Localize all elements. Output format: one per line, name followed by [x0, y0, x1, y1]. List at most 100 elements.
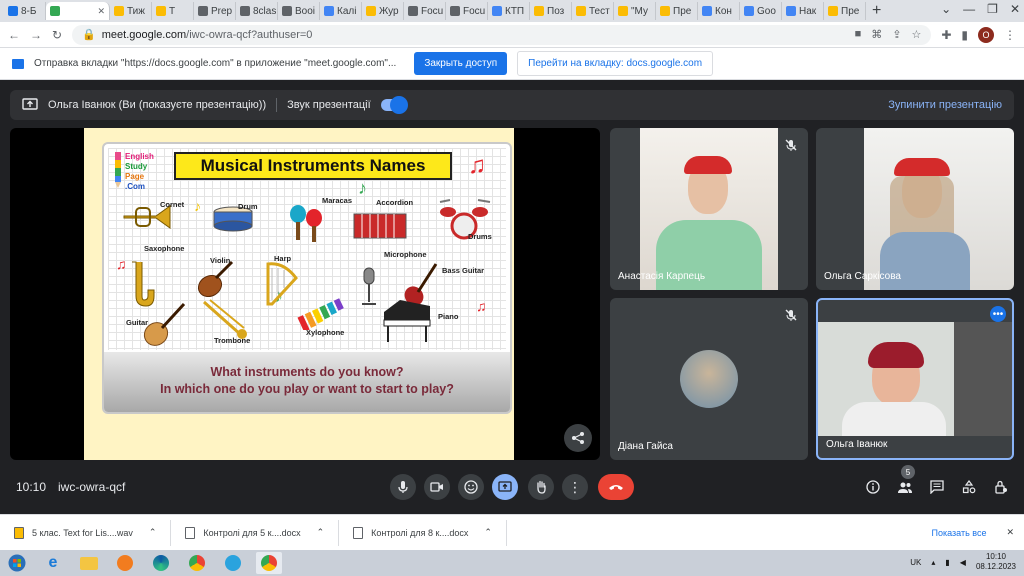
browser-tab[interactable]: Жур [362, 2, 404, 20]
share-button[interactable] [564, 424, 592, 452]
tray-expand-icon[interactable]: ▴ [931, 558, 935, 567]
system-tray: UK ▴ ▮ ◀ 10:10 08.12.2023 [910, 552, 1016, 572]
browser-tab[interactable]: Focu [404, 2, 446, 20]
tab-favicon-icon [408, 6, 418, 16]
minimize-button[interactable]: — [963, 2, 975, 16]
taskbar-internet-explorer[interactable]: e [40, 552, 66, 574]
back-icon[interactable]: ← [8, 28, 20, 42]
meeting-info-button[interactable] [864, 478, 882, 496]
participant-tile[interactable]: Діана Гайса [610, 298, 808, 460]
browser-tab[interactable]: 8-Б [4, 2, 46, 20]
camera-button[interactable] [424, 474, 450, 500]
chat-button[interactable] [928, 478, 946, 496]
close-window-button[interactable]: ✕ [1010, 2, 1020, 16]
chevron-up-icon[interactable]: ⌃ [317, 527, 325, 538]
browser-tab[interactable]: 8clas [236, 2, 278, 20]
reactions-button[interactable] [458, 474, 484, 500]
browser-tab[interactable]: Focu [446, 2, 488, 20]
tab-title: Нак [799, 5, 817, 17]
menu-kebab-icon[interactable]: ⋮ [1004, 28, 1016, 42]
taskbar-chrome[interactable] [184, 552, 210, 574]
keyboard-language[interactable]: UK [910, 558, 921, 567]
chevron-up-icon[interactable]: ⌃ [149, 527, 157, 538]
presentation-sound-toggle[interactable] [380, 97, 407, 113]
browser-tab[interactable]: Тест [572, 2, 614, 20]
extensions-icon[interactable]: ✚ [941, 28, 951, 42]
taskbar-media-player[interactable] [112, 552, 138, 574]
present-screen-icon [22, 97, 38, 113]
browser-tab[interactable]: T [152, 2, 194, 20]
download-item[interactable]: 5 клас. Text for Lis....wav ⌃ [0, 519, 172, 546]
chevron-up-icon[interactable]: ⌃ [484, 527, 492, 538]
address-input[interactable]: 🔒 meet.google.com/iwc-owra-qcf?authuser=… [72, 24, 932, 45]
tab-favicon-icon [576, 6, 586, 16]
download-item[interactable]: Контролі для 8 к....docx ⌃ [339, 519, 507, 546]
leave-call-button[interactable] [598, 474, 634, 500]
present-now-button[interactable] [492, 474, 518, 500]
camera-indicator-icon[interactable]: ■ [855, 28, 862, 41]
browser-tab[interactable]: КТП [488, 2, 530, 20]
browser-tab[interactable]: Пре [656, 2, 698, 20]
participant-name: Ольга Іванюк [826, 439, 888, 450]
windows-start-icon [8, 554, 26, 572]
participant-tile[interactable]: Ольга Саркісова [816, 128, 1014, 290]
participant-video [818, 322, 1012, 436]
browser-tab[interactable]: Пре [824, 2, 866, 20]
browser-tab[interactable]: Booi [278, 2, 320, 20]
browser-tab[interactable]: Нак [782, 2, 824, 20]
browser-tab[interactable]: ✕ [46, 2, 110, 20]
chevron-down-icon[interactable]: ⌄ [941, 2, 951, 16]
download-filename: 5 клас. Text for Lis....wav [32, 527, 133, 538]
tab-title: КТП [505, 5, 525, 17]
stop-presenting-button[interactable]: Зупинити презентацію [888, 99, 1002, 111]
taskbar-file-explorer[interactable] [76, 552, 102, 574]
folder-icon [80, 556, 98, 570]
side-panel-icon[interactable]: ▮ [961, 28, 968, 42]
more-options-icon[interactable]: ••• [990, 306, 1006, 322]
close-downloads-icon[interactable]: ✕ [1006, 527, 1014, 538]
stop-sharing-button[interactable]: Закрыть доступ [414, 52, 508, 75]
presentation-sound-label: Звук презентації [287, 99, 371, 111]
telegram-icon [225, 555, 241, 571]
more-options-button[interactable]: ⋮ [562, 474, 588, 500]
switch-tab-button[interactable]: Перейти на вкладку: docs.google.com [517, 51, 714, 76]
raise-hand-button[interactable] [528, 474, 554, 500]
tab-title: Поз [547, 5, 565, 17]
url-host: meet.google.com [101, 28, 187, 41]
new-tab-button[interactable]: + [872, 2, 881, 20]
browser-tab[interactable]: Калі [320, 2, 362, 20]
browser-tab[interactable]: Goo [740, 2, 782, 20]
volume-icon[interactable]: ◀ [960, 558, 966, 567]
restore-button[interactable]: ❐ [987, 2, 998, 16]
show-all-downloads-link[interactable]: Показать все [932, 528, 987, 538]
tab-favicon-icon [660, 6, 670, 16]
tray-clock[interactable]: 10:10 08.12.2023 [976, 552, 1016, 572]
download-item[interactable]: Контролі для 5 к....docx ⌃ [171, 519, 340, 546]
share-page-icon[interactable]: ⇪ [892, 28, 901, 41]
chrome-icon [261, 555, 277, 571]
tab-title: Focu [421, 5, 444, 17]
microphone-button[interactable] [390, 474, 416, 500]
start-button[interactable] [4, 552, 30, 574]
network-icon[interactable]: ▮ [945, 558, 949, 567]
close-tab-icon[interactable]: ✕ [97, 6, 105, 17]
browser-tab[interactable]: Prep [194, 2, 236, 20]
profile-avatar[interactable]: O [978, 26, 994, 43]
browser-tab[interactable]: Тиж [110, 2, 152, 20]
browser-tab[interactable]: "Му [614, 2, 656, 20]
bookmark-star-icon[interactable]: ☆ [911, 28, 921, 41]
reload-icon[interactable]: ↻ [52, 28, 62, 42]
participant-tile[interactable]: Анастасія Карпець [610, 128, 808, 290]
forward-icon[interactable]: → [30, 28, 42, 42]
browser-tab[interactable]: Кон [698, 2, 740, 20]
browser-tab[interactable]: Поз [530, 2, 572, 20]
host-controls-button[interactable] [992, 478, 1010, 496]
label-bass-guitar: Bass Guitar [442, 266, 485, 275]
taskbar-telegram[interactable] [220, 552, 246, 574]
taskbar-edge[interactable] [148, 552, 174, 574]
taskbar-chrome-active[interactable] [256, 552, 282, 574]
activities-button[interactable] [960, 478, 978, 496]
people-button[interactable]: 5 [896, 465, 915, 496]
participant-tile-active-speaker[interactable]: ••• Ольга Іванюк [816, 298, 1014, 460]
translate-icon[interactable]: ⌘ [871, 28, 882, 41]
